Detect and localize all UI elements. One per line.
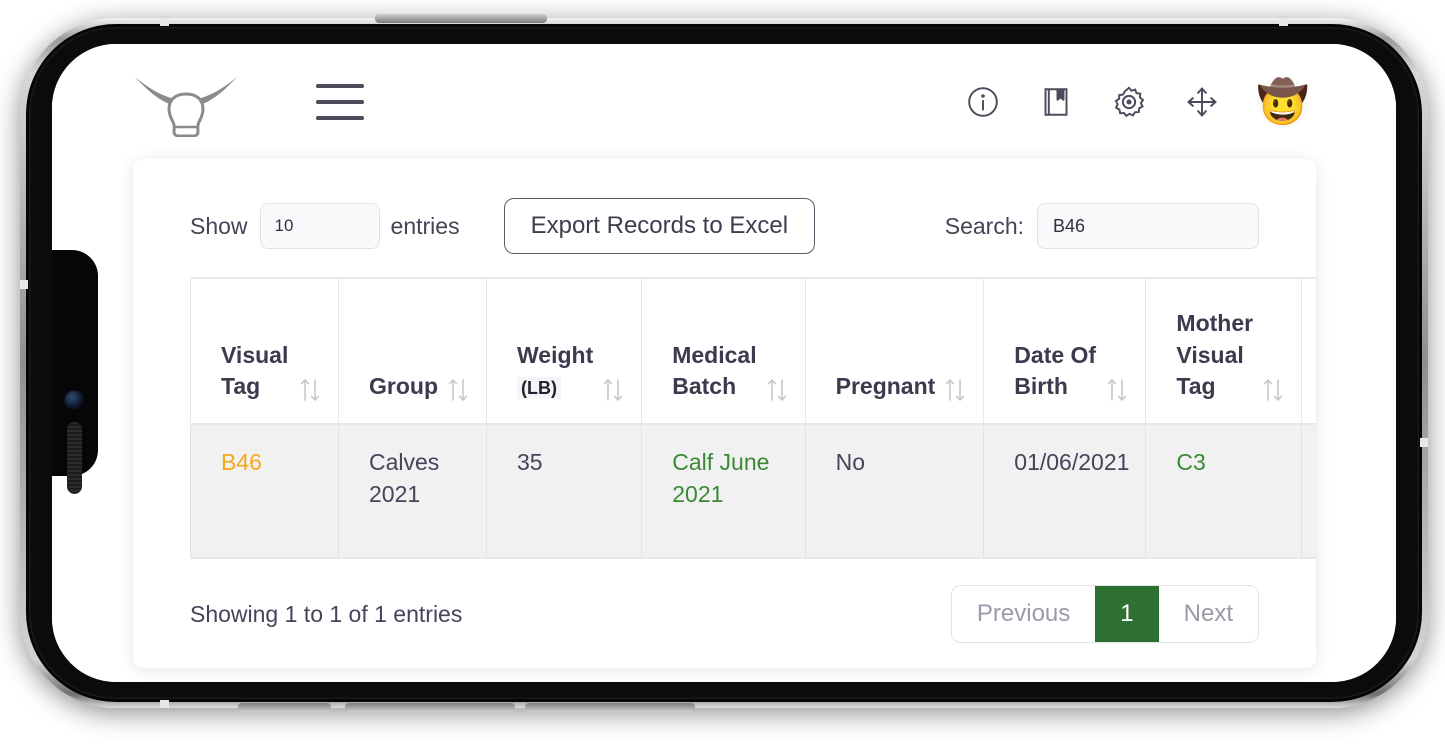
power-button[interactable] [375,14,547,23]
column-header-group[interactable]: Group [338,277,486,425]
export-to-excel-button[interactable]: Export Records to Excel [503,198,816,254]
antenna-line [20,280,28,289]
column-title: Date Of Birth [1014,341,1097,400]
header-icon-group: 🤠 [965,76,1309,128]
front-camera-icon [64,390,85,411]
table-info-text: Showing 1 to 1 of 1 entries [190,600,463,627]
column-title: Group [369,373,438,400]
user-avatar[interactable]: 🤠 [1257,76,1309,128]
records-table-scroll[interactable]: Visual Tag Group Weight (LB) Medical Bat… [190,277,1316,559]
pagination: Previous 1 Next [950,585,1259,643]
records-table-body: B46 Calves 2021 35 Calf June 2021 No 01/… [190,425,1316,559]
search-group: Search: [945,203,1259,249]
mother-visual-tag-link[interactable]: C3 [1176,449,1205,475]
sort-icon[interactable] [1105,377,1129,403]
sort-icon[interactable] [1261,377,1285,403]
cell-visual-tag[interactable]: B46 [190,425,338,559]
pagination-page-1-button[interactable]: 1 [1095,586,1159,642]
search-input[interactable] [1037,203,1259,249]
column-header-visual-tag[interactable]: Visual Tag [190,277,338,425]
cell-pregnant: No [804,425,984,559]
antenna-line [160,700,169,708]
records-card: Show entries Export Records to Excel Sea… [133,159,1316,668]
sort-icon[interactable] [943,377,967,403]
page-length-input[interactable] [259,203,380,249]
medical-batch-link[interactable]: Calf June 2021 [672,449,769,507]
menu-button[interactable] [316,84,364,120]
table-controls: Show entries Export Records to Excel Sea… [133,195,1316,257]
column-header-weight[interactable]: Weight (LB) [486,277,642,425]
phone-frame: 🤠 Show entries Export Records to Excel S… [20,14,1428,712]
column-unit: (LB) [517,377,561,400]
cell-date-of-birth: 01/06/2021 [983,425,1146,559]
column-title: Pregnant [835,373,936,400]
column-header-date-of-birth[interactable]: Date Of Birth [983,277,1146,425]
records-table-head: Visual Tag Group Weight (LB) Medical Bat… [190,277,1316,425]
cell-truncated: N [1301,425,1316,559]
antenna-line [1420,438,1428,447]
column-title: Mother Visual Tag [1176,309,1254,400]
column-title: Weight (LB) [517,340,593,403]
sort-icon[interactable] [765,377,789,403]
volume-down-button[interactable] [525,703,695,712]
show-label: Show [190,212,248,239]
column-title-text: Weight [517,341,594,368]
phone-notch [52,250,98,494]
column-title: Visual Tag [221,341,289,400]
menu-line [316,100,364,104]
table-row[interactable]: B46 Calves 2021 35 Calf June 2021 No 01/… [190,425,1316,559]
sort-icon[interactable] [446,377,470,403]
table-header-row: Visual Tag Group Weight (LB) Medical Bat… [190,277,1316,425]
column-header-mother-visual-tag[interactable]: Mother Visual Tag [1145,277,1302,425]
app-viewport: 🤠 Show entries Export Records to Excel S… [52,44,1396,682]
avatar-glyph: 🤠 [1256,77,1310,126]
longhorn-bull-logo[interactable] [131,67,241,138]
phone-screen: 🤠 Show entries Export Records to Excel S… [52,44,1396,682]
records-card-inner: Show entries Export Records to Excel Sea… [133,159,1316,668]
column-header-truncated[interactable]: S [1301,277,1316,425]
silent-switch[interactable] [238,703,331,712]
menu-line [316,116,364,120]
cell-weight: 35 [486,425,642,559]
bookmark-icon[interactable] [1038,84,1074,120]
search-label: Search: [944,212,1024,239]
sort-icon[interactable] [601,377,625,403]
pagination-next-button[interactable]: Next [1158,586,1258,642]
column-title: Medical Batch [672,341,757,400]
earpiece-speaker [67,422,82,494]
pagination-previous-button[interactable]: Previous [951,586,1096,642]
cell-group: Calves 2021 [338,425,486,559]
cell-mother-visual-tag[interactable]: C3 [1145,425,1302,559]
move-icon[interactable] [1184,84,1220,120]
antenna-line [160,18,169,26]
cell-medical-batch[interactable]: Calf June 2021 [641,425,805,559]
menu-line [316,84,364,88]
gear-icon[interactable] [1111,84,1147,120]
sort-icon[interactable] [298,377,322,403]
volume-up-button[interactable] [345,703,515,712]
table-footer: Showing 1 to 1 of 1 entries Previous 1 N… [133,560,1316,668]
entries-label: entries [390,212,460,239]
info-icon[interactable] [965,84,1001,120]
visual-tag-link[interactable]: B46 [221,449,262,475]
records-table: Visual Tag Group Weight (LB) Medical Bat… [190,277,1316,559]
antenna-line [1279,18,1288,26]
app-header: 🤠 [52,44,1396,160]
column-header-pregnant[interactable]: Pregnant [804,277,984,425]
column-header-medical-batch[interactable]: Medical Batch [641,277,805,425]
